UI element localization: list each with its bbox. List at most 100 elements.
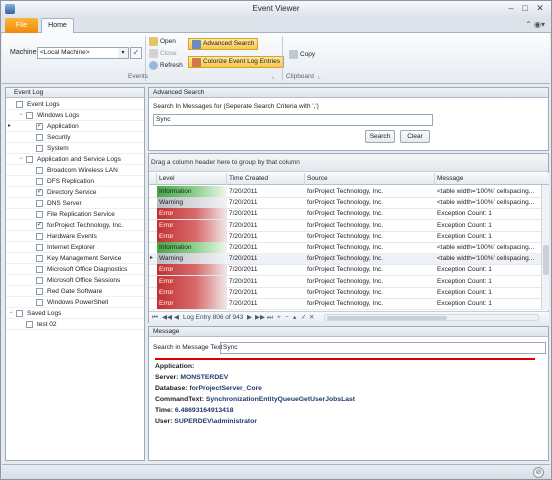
- collapse-icon[interactable]: −: [7, 308, 15, 319]
- clear-button[interactable]: Clear: [400, 130, 430, 143]
- tree-item[interactable]: DNS Server: [6, 198, 144, 209]
- previous-record-icon[interactable]: ◀: [174, 312, 179, 323]
- column-header-level[interactable]: Level: [157, 173, 227, 185]
- tree-item[interactable]: File Replication Service: [6, 209, 144, 220]
- refresh-button[interactable]: Refresh: [149, 60, 183, 71]
- table-row[interactable]: Error 7/20/2011 forProject Technology, Inc…: [149, 230, 541, 243]
- advanced-search-button[interactable]: Advanced Search: [188, 38, 259, 50]
- horizontal-scroll-thumb[interactable]: [327, 316, 447, 320]
- tree-item[interactable]: ✓ forProject Technology, Inc.: [6, 220, 144, 231]
- advanced-search-input[interactable]: Sync: [153, 114, 433, 126]
- message-cell: <table width='100%' cellspacing...: [437, 255, 535, 263]
- copy-button[interactable]: Copy: [289, 49, 315, 60]
- column-header-message[interactable]: Message: [435, 173, 549, 185]
- tree-checkbox[interactable]: [26, 112, 33, 119]
- table-row[interactable]: Error 7/20/2011 forProject Technology, Inc…: [149, 219, 541, 232]
- colorize-button[interactable]: Colorize Event Log Entries: [188, 56, 284, 68]
- table-row[interactable]: Error 7/20/2011 forProject Technology, Inc…: [149, 264, 541, 277]
- tree-item[interactable]: Event Logs: [6, 99, 144, 110]
- column-header-time-created[interactable]: Time Created: [227, 173, 305, 185]
- tree-checkbox[interactable]: [26, 156, 33, 163]
- next-record-icon[interactable]: ▶: [247, 312, 252, 323]
- chevron-down-icon[interactable]: ▾: [118, 47, 129, 59]
- tree-item[interactable]: ✓ Directory Service: [6, 187, 144, 198]
- table-row[interactable]: Error 7/20/2011 forProject Technology, Inc…: [149, 208, 541, 221]
- tree-checkbox[interactable]: [36, 211, 43, 218]
- tree-checkbox[interactable]: [36, 178, 43, 185]
- tab-home[interactable]: Home: [41, 18, 74, 34]
- tree-item[interactable]: ✓ Application: [6, 121, 144, 132]
- close-button[interactable]: Close: [149, 48, 177, 59]
- tree-checkbox[interactable]: [16, 310, 23, 317]
- checkmark-icon[interactable]: ✓: [130, 47, 142, 59]
- table-row[interactable]: Error 7/20/2011 forProject Technology, Inc…: [149, 286, 541, 299]
- tree-item-label: DNS Server: [47, 200, 82, 207]
- tree-item[interactable]: DFS Replication: [6, 176, 144, 187]
- tree-item[interactable]: Internet Explorer: [6, 242, 144, 253]
- message-search-input[interactable]: Sync: [220, 342, 546, 354]
- maximize-icon[interactable]: □: [519, 3, 531, 14]
- next-page-icon[interactable]: ▶▶: [255, 312, 265, 323]
- help-icon[interactable]: ⌃ ◉▾: [525, 20, 545, 29]
- events-launcher-icon[interactable]: ⌞: [272, 73, 275, 80]
- delete-record-icon[interactable]: −: [285, 312, 289, 323]
- vertical-scroll-thumb[interactable]: [543, 245, 549, 275]
- tree-item[interactable]: − Saved Logs: [6, 308, 144, 319]
- tree-item[interactable]: test 02: [6, 319, 144, 330]
- table-row[interactable]: Information 7/20/2011 forProject Technolog…: [149, 242, 541, 254]
- tree-checkbox[interactable]: ✓: [36, 123, 43, 130]
- tree-checkbox[interactable]: [36, 277, 43, 284]
- cancel-record-icon[interactable]: ✕: [309, 312, 314, 323]
- tree-checkbox[interactable]: [16, 101, 23, 108]
- tree-item[interactable]: Hardware Events: [6, 231, 144, 242]
- horizontal-scrollbar[interactable]: [324, 314, 539, 321]
- tree-item[interactable]: Microsoft Office Diagnostics: [6, 264, 144, 275]
- tree-item[interactable]: Key Management Service: [6, 253, 144, 264]
- tree-checkbox[interactable]: [36, 255, 43, 262]
- table-row[interactable]: Error 7/20/2011 forProject Technology, Inc…: [149, 275, 541, 288]
- tree-checkbox[interactable]: [36, 299, 43, 306]
- tree-item[interactable]: System: [6, 143, 144, 154]
- tree-checkbox[interactable]: [36, 167, 43, 174]
- tree-checkbox[interactable]: [36, 233, 43, 240]
- tree-item[interactable]: Microsoft Office Sessions: [6, 275, 144, 286]
- table-row[interactable]: Warning 7/20/2011 forProject Technology, I…: [149, 197, 541, 210]
- tree-item[interactable]: Security: [6, 132, 144, 143]
- tree-checkbox[interactable]: [36, 244, 43, 251]
- edit-record-icon[interactable]: ▴: [293, 312, 296, 323]
- tree-checkbox[interactable]: [36, 266, 43, 273]
- close-icon[interactable]: ✕: [534, 3, 546, 14]
- tree-item[interactable]: − Application and Service Logs: [6, 154, 144, 165]
- message-header: Message: [149, 327, 548, 337]
- previous-page-icon[interactable]: ◀◀: [162, 312, 172, 323]
- group-by-hint[interactable]: Drag a column header here to group by th…: [149, 154, 548, 172]
- search-button[interactable]: Search: [365, 130, 395, 143]
- last-record-icon[interactable]: ⏭: [267, 312, 273, 323]
- tree-checkbox[interactable]: [36, 134, 43, 141]
- vertical-scrollbar[interactable]: [541, 185, 549, 310]
- open-button[interactable]: Open: [149, 36, 176, 47]
- tree-item[interactable]: Windows PowerShell: [6, 297, 144, 308]
- clipboard-launcher-icon[interactable]: ⌞: [318, 73, 321, 80]
- tree-checkbox[interactable]: [36, 288, 43, 295]
- tree-checkbox[interactable]: [26, 321, 33, 328]
- tab-file[interactable]: File: [5, 18, 38, 33]
- table-row[interactable]: Error 7/20/2011 forProject Technology, Inc…: [149, 298, 541, 310]
- tree-item[interactable]: Broadcom Wireless LAN: [6, 165, 144, 176]
- table-row[interactable]: Information 7/20/2011 forProject Technolog…: [149, 186, 541, 198]
- collapse-icon[interactable]: −: [17, 154, 25, 165]
- tree-checkbox[interactable]: [36, 145, 43, 152]
- tree-item[interactable]: Red Gate Software: [6, 286, 144, 297]
- machine-combo[interactable]: <Local Machine>: [37, 47, 129, 59]
- save-record-icon[interactable]: ✓: [301, 312, 306, 323]
- tree-checkbox[interactable]: ✓: [36, 189, 43, 196]
- tree-checkbox[interactable]: [36, 200, 43, 207]
- table-row[interactable]: ▸ Warning 7/20/2011 forProject Technology, …: [149, 253, 541, 266]
- first-record-icon[interactable]: ⏮: [152, 312, 158, 323]
- tree-item[interactable]: − Windows Logs: [6, 110, 144, 121]
- minimize-icon[interactable]: –: [505, 3, 517, 14]
- collapse-icon[interactable]: −: [17, 110, 25, 121]
- add-record-icon[interactable]: +: [277, 312, 281, 323]
- tree-checkbox[interactable]: ✓: [36, 222, 43, 229]
- column-header-source[interactable]: Source: [305, 173, 435, 185]
